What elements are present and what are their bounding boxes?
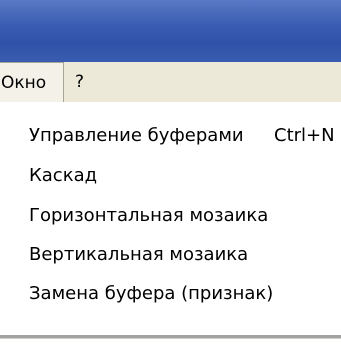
menu-help[interactable]: ?: [75, 62, 99, 102]
screen: Окно ? Управление буферами Ctrl+N Каскад…: [0, 0, 341, 349]
window-menu-dropdown: Управление буферами Ctrl+N Каскад Горизо…: [0, 102, 341, 335]
menu-item-label: Каскад: [29, 165, 98, 186]
menu-item-tile-horizontal[interactable]: Горизонтальная мозаика: [1, 197, 341, 235]
menu-bottom-separator: [0, 335, 341, 339]
menu-item-label: Горизонтальная мозаика: [29, 205, 269, 226]
menu-item-label: Вертикальная мозаика: [29, 244, 249, 265]
menu-bar: Окно ?: [0, 62, 341, 102]
menu-item-replace-buffer[interactable]: Замена буфера (признак): [1, 275, 341, 313]
menu-item-label: Замена буфера (признак): [29, 283, 274, 304]
menu-window[interactable]: Окно: [0, 62, 64, 102]
menu-item-manage-buffers[interactable]: Управление буферами Ctrl+N: [1, 117, 341, 155]
menu-item-cascade[interactable]: Каскад: [1, 157, 341, 195]
title-bar: [0, 0, 341, 62]
menu-item-tile-vertical[interactable]: Вертикальная мозаика: [1, 236, 341, 274]
menu-item-label: Управление буферами: [29, 125, 244, 146]
menu-item-shortcut: Ctrl+N: [274, 125, 335, 146]
